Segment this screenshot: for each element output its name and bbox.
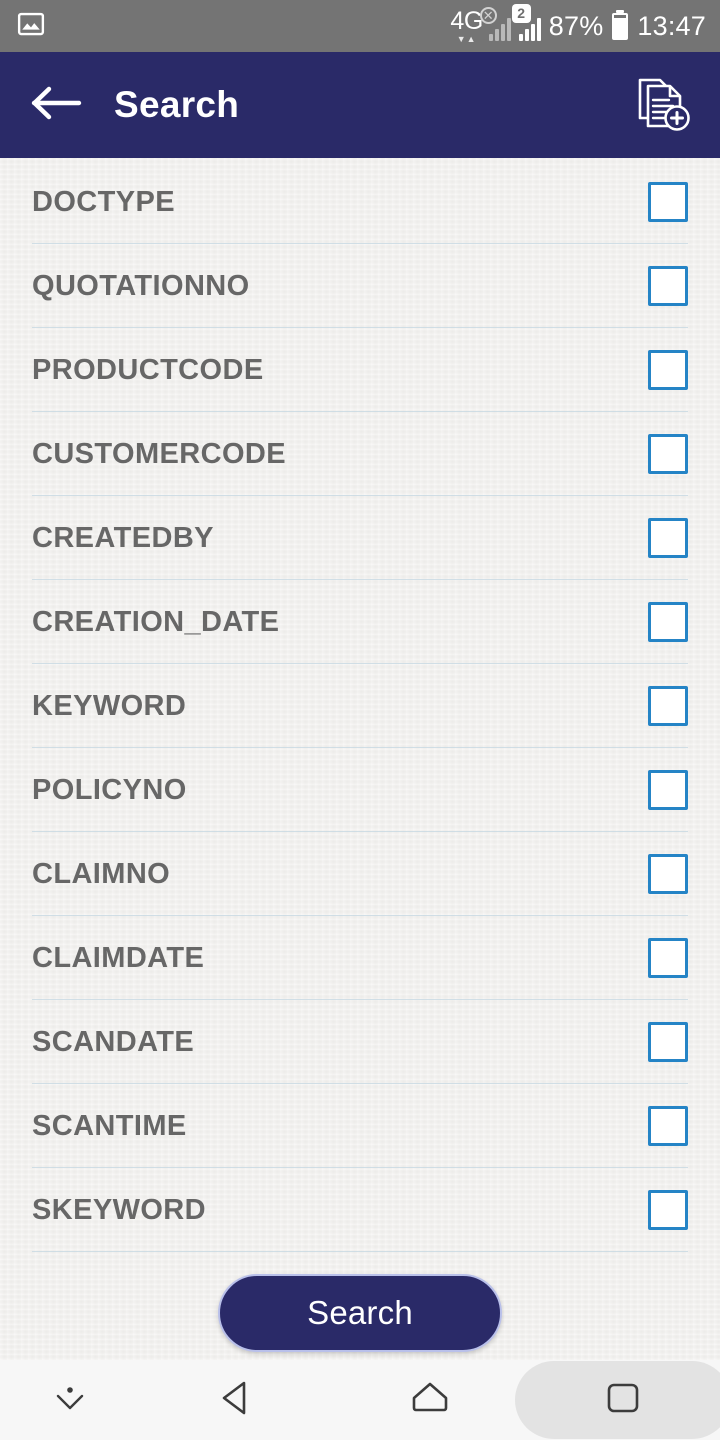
search-button[interactable]: Search [218, 1274, 502, 1352]
field-label: POLICYNO [32, 773, 187, 806]
field-checkbox[interactable] [648, 518, 688, 558]
no-sim-signal-icon: ✕ [479, 7, 511, 41]
field-row[interactable]: QUOTATIONNO [0, 244, 720, 328]
data-arrows: ▼▲ [456, 33, 477, 44]
field-row[interactable]: SCANDATE [0, 1000, 720, 1084]
hide-keyboard-button[interactable] [0, 1360, 140, 1440]
nav-home-button[interactable] [333, 1360, 526, 1440]
field-row[interactable]: KEYWORD [0, 664, 720, 748]
field-label: CLAIMNO [32, 857, 171, 890]
sim2-signal-icon: 2 [511, 4, 541, 41]
arrow-left-icon [30, 84, 82, 127]
back-button[interactable] [28, 77, 84, 133]
add-document-icon [635, 74, 691, 137]
app-bar: Search [0, 52, 720, 158]
field-checkbox[interactable] [648, 770, 688, 810]
search-fields-panel: DOCTYPE QUOTATIONNO PRODUCTCODE CUSTOMERCOD… [0, 158, 720, 1360]
network-type-label: 4G [450, 6, 483, 35]
field-row[interactable]: POLICYNO [0, 748, 720, 832]
field-row[interactable]: CLAIMDATE [0, 916, 720, 1000]
field-label: SCANDATE [32, 1025, 195, 1058]
status-bar-clock: 13:47 [637, 10, 706, 41]
add-document-button[interactable] [632, 74, 694, 136]
field-label: CREATION_DATE [32, 605, 280, 638]
battery-icon [612, 12, 629, 40]
field-label: SKEYWORD [32, 1193, 206, 1226]
sim2-badge: 2 [511, 4, 531, 23]
field-label: SCANTIME [32, 1109, 187, 1142]
search-fields-list: DOCTYPE QUOTATIONNO PRODUCTCODE CUSTOMERCOD… [0, 158, 720, 1252]
field-checkbox[interactable] [648, 1106, 688, 1146]
field-checkbox[interactable] [648, 602, 688, 642]
field-label: PRODUCTCODE [32, 353, 264, 386]
triangle-back-icon [215, 1376, 259, 1425]
network-type-indicator: 4G ▼▲ [450, 6, 483, 44]
field-checkbox[interactable] [648, 938, 688, 978]
field-label: KEYWORD [32, 689, 187, 722]
field-row[interactable]: CREATEDBY [0, 496, 720, 580]
field-checkbox[interactable] [648, 854, 688, 894]
field-label: QUOTATIONNO [32, 269, 250, 302]
sim-x-badge: ✕ [479, 7, 497, 24]
search-button-area: Search [0, 1252, 720, 1352]
field-checkbox[interactable] [648, 686, 688, 726]
field-row[interactable]: SCANTIME [0, 1084, 720, 1168]
status-bar-right: 4G ▼▲ ✕ 2 87% 13:47 [450, 4, 706, 44]
field-label: CUSTOMERCODE [32, 437, 287, 470]
field-checkbox[interactable] [648, 1190, 688, 1230]
battery-percent-label: 87% [548, 10, 604, 41]
field-row[interactable]: CREATION_DATE [0, 580, 720, 664]
field-row[interactable]: SKEYWORD [0, 1168, 720, 1252]
nav-back-button[interactable] [140, 1360, 333, 1440]
phone-screen: 4G ▼▲ ✕ 2 87% 13:47 Search DOCTYPE QUOTA… [0, 0, 720, 1440]
field-row[interactable]: PRODUCTCODE [0, 328, 720, 412]
field-checkbox[interactable] [648, 266, 688, 306]
field-row[interactable]: CUSTOMERCODE [0, 412, 720, 496]
field-label: DOCTYPE [32, 185, 175, 218]
status-bar: 4G ▼▲ ✕ 2 87% 13:47 [0, 0, 720, 52]
home-icon [406, 1378, 454, 1423]
status-bar-left [16, 9, 46, 44]
field-label: CLAIMDATE [32, 941, 205, 974]
field-checkbox[interactable] [648, 434, 688, 474]
image-icon [16, 9, 46, 44]
field-checkbox[interactable] [648, 1022, 688, 1062]
field-label: CREATEDBY [32, 521, 214, 554]
square-recents-icon [602, 1379, 644, 1422]
field-row[interactable]: DOCTYPE [0, 160, 720, 244]
system-navigation-bar [0, 1360, 720, 1440]
field-checkbox[interactable] [648, 182, 688, 222]
field-checkbox[interactable] [648, 350, 688, 390]
field-row[interactable]: CLAIMNO [0, 832, 720, 916]
page-title: Search [114, 84, 240, 125]
chevron-down-dot-icon [50, 1381, 90, 1420]
nav-recents-button[interactable] [515, 1360, 720, 1440]
